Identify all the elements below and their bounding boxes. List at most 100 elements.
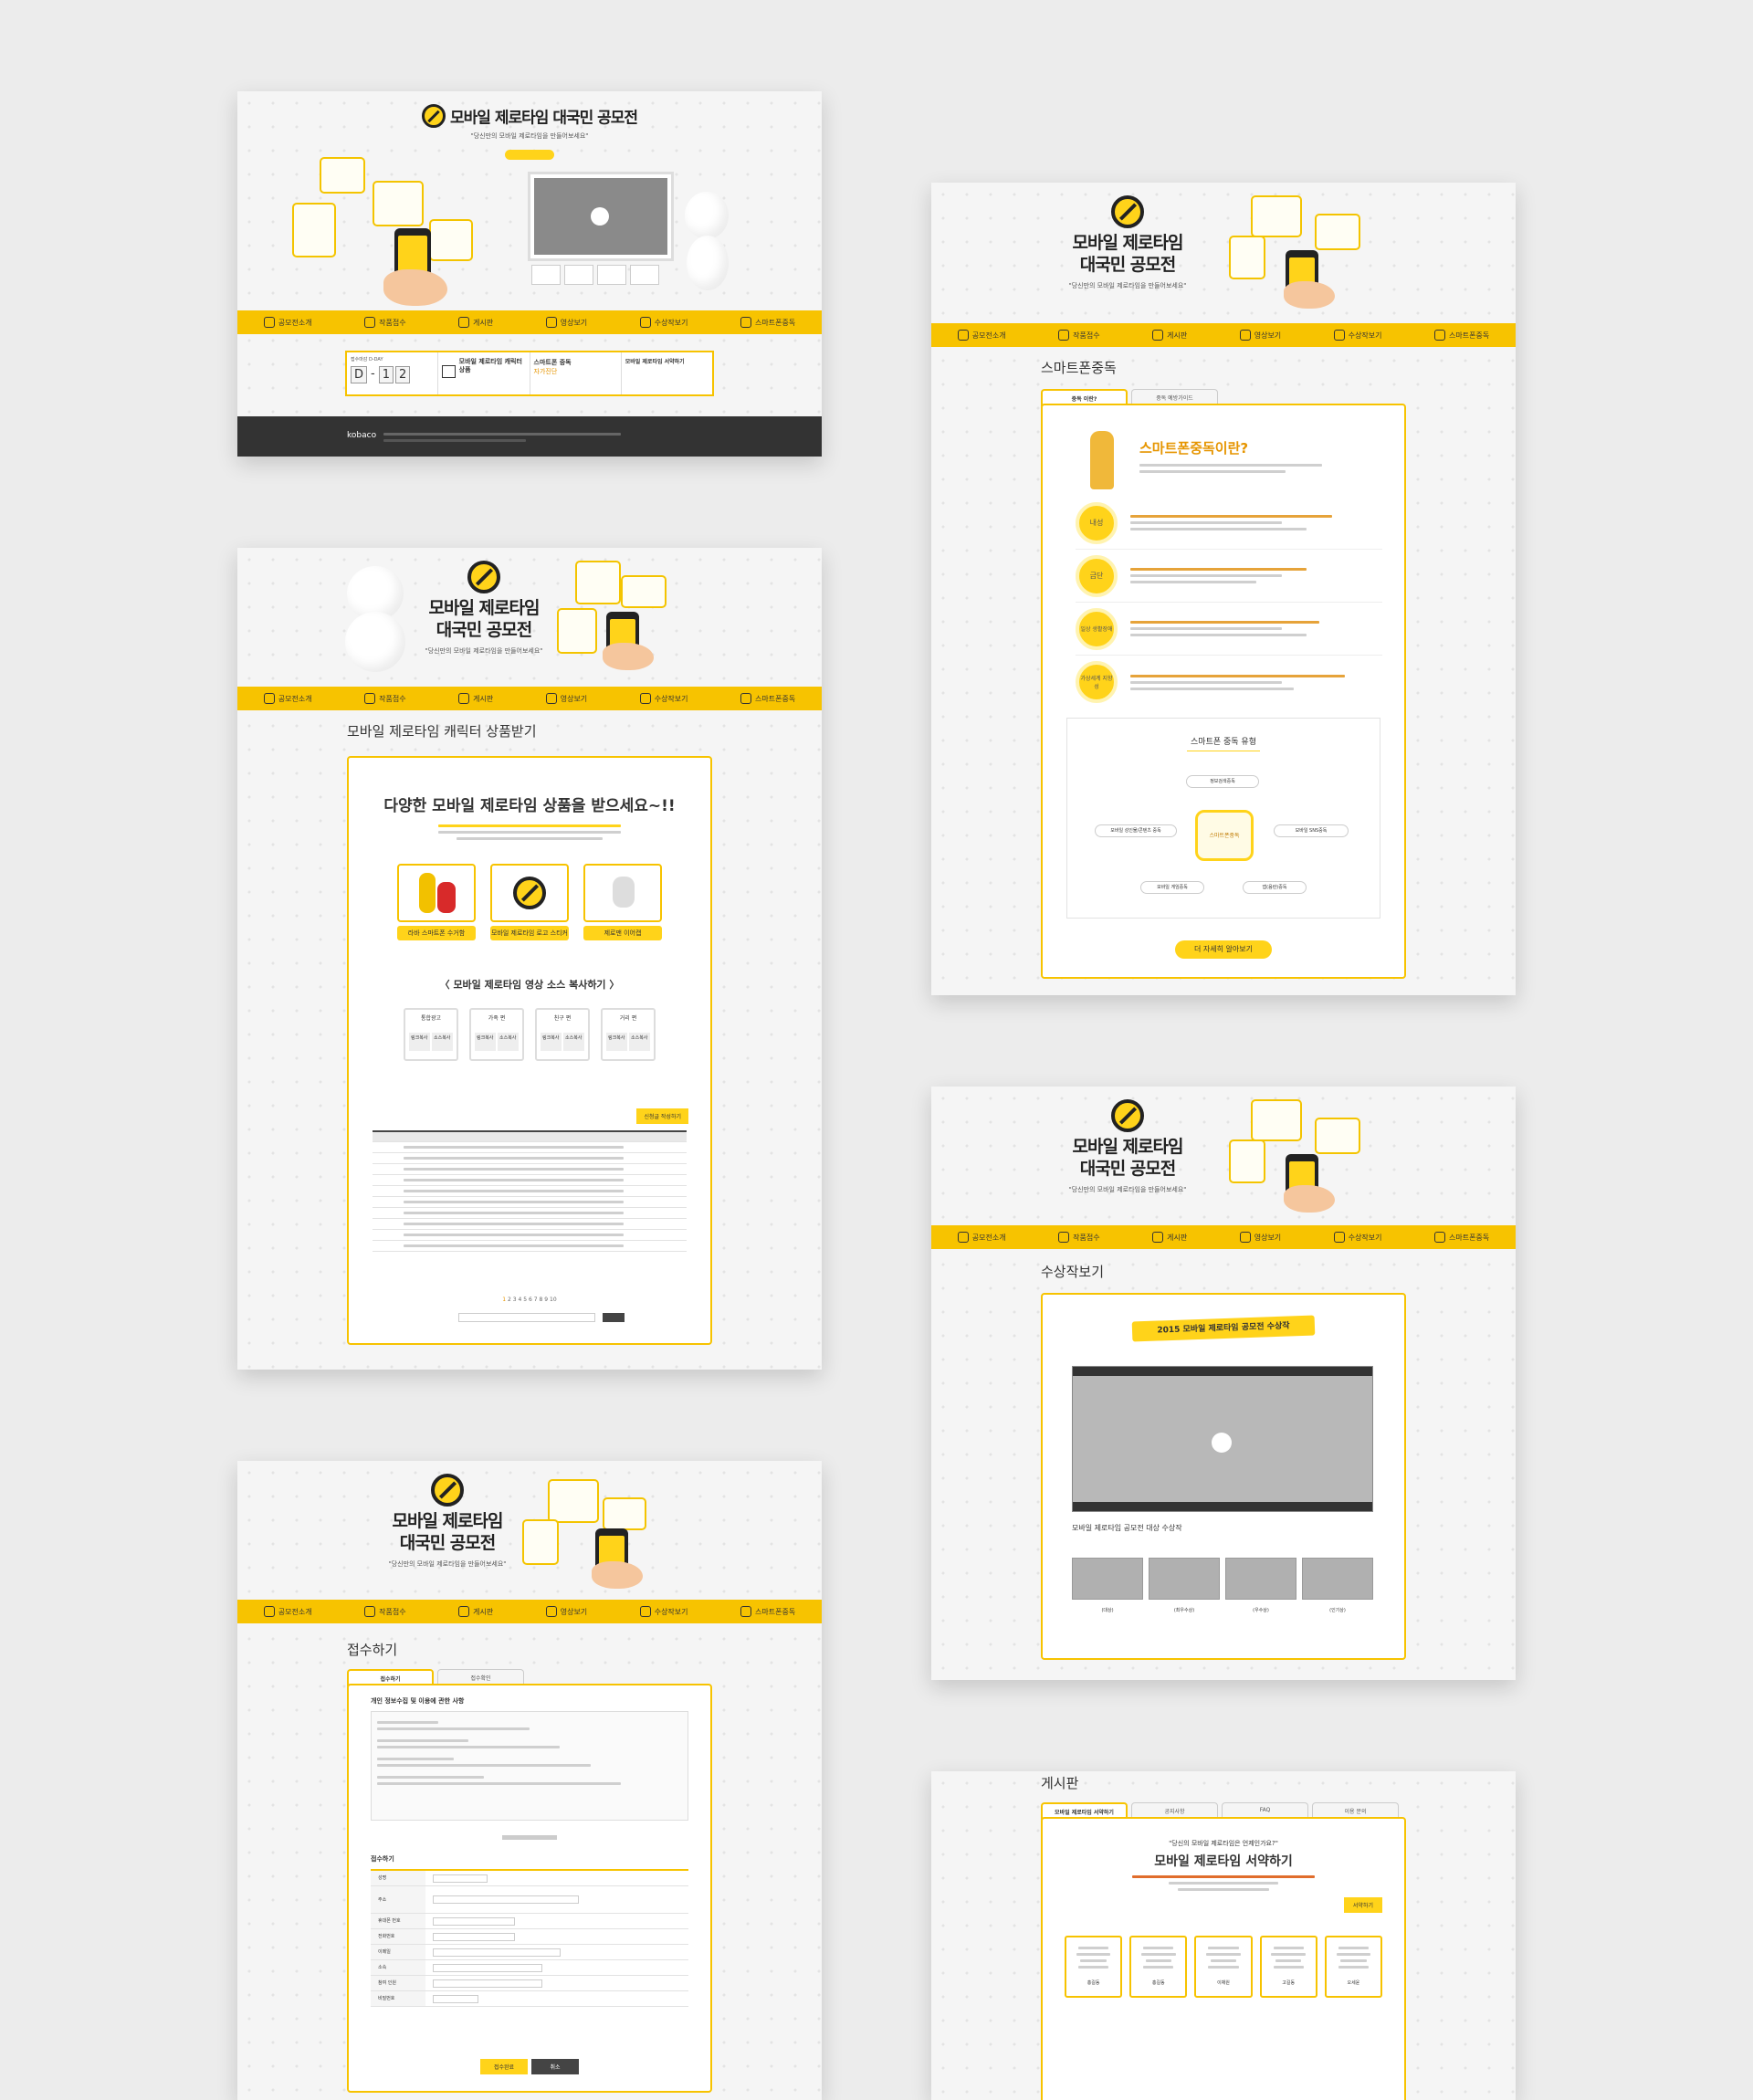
type-diagram: 스마트폰 중독 유형 정보검색중독 모바일 SNS중독 모바일 게임중독 앱(음…	[1066, 718, 1380, 919]
goods-card[interactable]: 모바일 제로타임 캐릭터상품	[438, 352, 530, 394]
mobile-field[interactable]	[433, 1916, 515, 1926]
video-tab[interactable]	[564, 265, 593, 285]
award-icon	[1333, 1232, 1345, 1243]
larva-icon	[419, 873, 436, 913]
nav-addiction[interactable]: 스마트폰중독	[740, 693, 795, 704]
pledge-card[interactable]: 모바일 제로타임 서약하기	[622, 352, 712, 394]
nav-board[interactable]: 게시판	[1152, 330, 1187, 341]
nav-submit[interactable]: 작품접수	[1058, 1232, 1100, 1243]
nav-board[interactable]: 게시판	[458, 693, 493, 704]
page-num[interactable]: 6	[529, 1297, 532, 1303]
page-num[interactable]: 8	[540, 1297, 543, 1303]
nav-video[interactable]: 영상보기	[1239, 330, 1281, 341]
pledge-card[interactable]: 홍길동	[1129, 1936, 1188, 1998]
nav-submit[interactable]: 작품접수	[364, 693, 406, 704]
award-thumb[interactable]: (대상)	[1072, 1558, 1143, 1613]
illustration-bubble	[1251, 1099, 1302, 1141]
nav-submit[interactable]: 작품접수	[1058, 330, 1100, 341]
product-item[interactable]: 모바일 제로타임 로고 스티커	[490, 864, 569, 940]
pledge-button[interactable]: 서약하기	[1343, 1897, 1382, 1913]
email-field[interactable]	[433, 1948, 561, 1957]
phone-nav-icon	[740, 317, 752, 328]
nav-video[interactable]: 영상보기	[545, 1606, 587, 1617]
nav-awards[interactable]: 수상작보기	[639, 1606, 688, 1617]
page-num[interactable]: 9	[544, 1297, 548, 1303]
pledge-card[interactable]: 이채원	[1194, 1936, 1253, 1998]
nav-intro[interactable]: 공모전소개	[263, 317, 312, 328]
nav-submit[interactable]: 작품접수	[364, 317, 406, 328]
link-copy-button[interactable]: 링크복사	[409, 1033, 430, 1051]
illustration-bubble	[557, 608, 597, 654]
source-copy-button[interactable]: 소스복사	[432, 1033, 453, 1051]
source-copy-button[interactable]: 소스복사	[629, 1033, 650, 1051]
nav-intro[interactable]: 공모전소개	[263, 693, 312, 704]
nav-video[interactable]: 영상보기	[545, 693, 587, 704]
source-copy-button[interactable]: 소스복사	[498, 1033, 519, 1051]
nav-intro[interactable]: 공모전소개	[957, 330, 1006, 341]
nav-board[interactable]: 게시판	[458, 317, 493, 328]
page-num[interactable]: 7	[534, 1297, 538, 1303]
selftest-card[interactable]: 스마트폰 중독 자가진단	[530, 352, 622, 394]
nav-awards[interactable]: 수상작보기	[639, 317, 688, 328]
nav-awards[interactable]: 수상작보기	[1333, 1232, 1382, 1243]
page-num[interactable]: 1	[502, 1297, 506, 1303]
product-item[interactable]: 제로맨 이어캡	[583, 864, 662, 940]
nav-addiction[interactable]: 스마트폰중독	[740, 317, 795, 328]
search-button[interactable]	[603, 1313, 625, 1322]
pledge-card[interactable]: 홍길동	[1065, 1936, 1123, 1998]
video-player[interactable]	[528, 172, 674, 261]
video-tab[interactable]	[630, 265, 659, 285]
address-field[interactable]	[433, 1895, 579, 1904]
nav-board[interactable]: 게시판	[458, 1606, 493, 1617]
page-num[interactable]: 3	[513, 1297, 517, 1303]
nav-intro[interactable]: 공모전소개	[263, 1606, 312, 1617]
nav-awards[interactable]: 수상작보기	[1333, 330, 1382, 341]
award-video[interactable]	[1072, 1366, 1373, 1512]
agree-radios[interactable]	[349, 1826, 710, 1843]
play-icon[interactable]	[1212, 1433, 1232, 1453]
source-copy-button[interactable]: 소스복사	[563, 1033, 584, 1051]
video-controls[interactable]	[1073, 1502, 1372, 1511]
apply-page: 모바일 제로타임 대국민 공모전 "당신만의 모바일 제로타임을 만들어보세요" …	[237, 1461, 822, 2100]
name-field[interactable]	[433, 1874, 488, 1883]
pledge-card[interactable]: 고길동	[1259, 1936, 1317, 1998]
more-button[interactable]: 더 자세히 알아보기	[1175, 940, 1272, 959]
nav-submit[interactable]: 작품접수	[364, 1606, 406, 1617]
illustration-bubble	[548, 1479, 599, 1523]
nav-video[interactable]: 영상보기	[545, 317, 587, 328]
org-field[interactable]	[433, 1963, 542, 1972]
page-num[interactable]: 2	[508, 1297, 511, 1303]
awards-page: 모바일 제로타임 대국민 공모전 "당신만의 모바일 제로타임을 만들어보세요" …	[931, 1087, 1516, 1680]
page-num[interactable]: 5	[523, 1297, 527, 1303]
type-node: 정보검색중독	[1186, 775, 1259, 788]
award-thumb[interactable]: (인기상)	[1302, 1558, 1373, 1613]
link-copy-button[interactable]: 링크복사	[541, 1033, 562, 1051]
award-thumb[interactable]: (최우수상)	[1149, 1558, 1220, 1613]
page-num[interactable]: 4	[519, 1297, 522, 1303]
password-field[interactable]	[433, 1994, 478, 2003]
video-tab[interactable]	[597, 265, 626, 285]
pledge-card[interactable]: 오세윤	[1324, 1936, 1382, 1998]
nav-board[interactable]: 게시판	[1152, 1232, 1187, 1243]
nav-awards[interactable]: 수상작보기	[639, 693, 688, 704]
submit-button[interactable]: 접수완료	[480, 2059, 528, 2074]
award-thumb[interactable]: (우수상)	[1225, 1558, 1296, 1613]
phone-field[interactable]	[433, 1932, 515, 1941]
link-copy-button[interactable]: 링크복사	[606, 1033, 627, 1051]
nav-video[interactable]: 영상보기	[1239, 1232, 1281, 1243]
bulb-icon	[263, 1606, 275, 1617]
nav-intro[interactable]: 공모전소개	[957, 1232, 1006, 1243]
cancel-button[interactable]: 취소	[531, 2059, 579, 2074]
product-item[interactable]: 라바 스마트폰 수거함	[397, 864, 476, 940]
video-tab[interactable]	[531, 265, 561, 285]
page-num[interactable]: 10	[550, 1297, 557, 1303]
members-field[interactable]	[433, 1979, 542, 1988]
play-icon[interactable]	[591, 207, 609, 226]
nav-addiction[interactable]: 스마트폰중독	[740, 1606, 795, 1617]
write-button[interactable]: 신청글 작성하기	[636, 1108, 688, 1124]
award-thumbs: (대상) (최우수상) (우수상) (인기상)	[1072, 1558, 1373, 1613]
nav-addiction[interactable]: 스마트폰중독	[1434, 330, 1489, 341]
nav-addiction[interactable]: 스마트폰중독	[1434, 1232, 1489, 1243]
link-copy-button[interactable]: 링크복사	[475, 1033, 496, 1051]
search-input[interactable]	[458, 1313, 595, 1322]
